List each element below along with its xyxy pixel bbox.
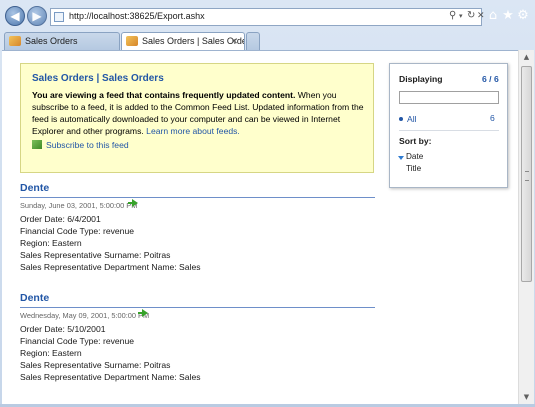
scroll-up-icon[interactable]: ▲: [519, 50, 534, 64]
search-filter-input[interactable]: [399, 91, 499, 104]
entry-line: Financial Code Type: revenue: [20, 336, 135, 346]
subscribe-link[interactable]: Subscribe to this feed: [32, 140, 129, 150]
feed-notice: Sales Orders | Sales Orders You are view…: [20, 63, 374, 173]
sort-option-title[interactable]: Title: [406, 164, 421, 173]
address-url[interactable]: http://localhost:38625/Export.ashx: [69, 11, 205, 21]
subscribe-icon: [32, 140, 42, 149]
entry-line: Order Date: 5/10/2001: [20, 324, 106, 334]
entry-title[interactable]: Dente: [20, 182, 49, 194]
feed-title: Sales Orders | Sales Orders: [32, 73, 164, 84]
sort-descending-icon: [398, 156, 404, 160]
displaying-count: 6 / 6: [482, 74, 499, 84]
tab-sales-orders-active[interactable]: Sales Orders | Sales Orders ✕: [121, 32, 245, 50]
new-tab-button[interactable]: [246, 32, 260, 50]
address-bar[interactable]: http://localhost:38625/Export.ashx ⚲ ▾ ↻…: [50, 8, 485, 26]
tab-close-icon[interactable]: ✕: [230, 33, 238, 49]
navigation-bar: ◀ ▶ http://localhost:38625/Export.ashx ⚲…: [0, 0, 535, 32]
learn-more-link[interactable]: Learn more about feeds.: [146, 126, 240, 136]
entry-divider: [20, 197, 375, 198]
scroll-down-icon[interactable]: ▼: [519, 390, 534, 404]
feed-entry: Dente Sunday, June 03, 2001, 5:00:00 PM …: [20, 182, 375, 272]
entry-line: Order Date: 6/4/2001: [20, 214, 101, 224]
scroll-thumb[interactable]: [521, 66, 532, 282]
vertical-scrollbar[interactable]: ▲ ▼: [518, 50, 534, 404]
entry-line: Region: Eastern: [20, 238, 82, 248]
entry-line: Sales Representative Surname: Poitras: [20, 360, 171, 370]
tab-favicon-icon: [126, 36, 138, 46]
entry-date: Wednesday, May 09, 2001, 5:00:00 PM: [20, 311, 150, 320]
filter-all-count: 6: [490, 113, 495, 123]
tab-label: Sales Orders: [25, 36, 78, 46]
go-arrow-icon[interactable]: [128, 199, 138, 207]
back-icon[interactable]: ◀: [5, 6, 25, 26]
search-icon[interactable]: ⚲: [449, 10, 456, 21]
displaying-label: Displaying: [399, 74, 443, 84]
tools-icon[interactable]: ⚙: [515, 8, 531, 24]
browser-window: ◀ ▶ http://localhost:38625/Export.ashx ⚲…: [0, 0, 535, 407]
entry-date: Sunday, June 03, 2001, 5:00:00 PM: [20, 201, 138, 210]
stop-icon[interactable]: ✕: [477, 11, 485, 21]
entry-divider: [20, 307, 375, 308]
sort-option-date[interactable]: Date: [406, 152, 423, 161]
feed-message: You are viewing a feed that contains fre…: [32, 89, 368, 137]
entry-line: Financial Code Type: revenue: [20, 226, 135, 236]
grip-icon: [525, 171, 529, 181]
page-content: Sales Orders | Sales Orders You are view…: [2, 50, 518, 405]
sort-label: Sort by:: [399, 136, 432, 146]
filter-panel: Displaying 6 / 6 All 6 Sort by: Date Tit…: [389, 63, 508, 188]
tab-favicon-icon: [9, 36, 21, 46]
entry-line: Sales Representative Department Name: Sa…: [20, 262, 201, 272]
page-icon: [54, 12, 64, 22]
entry-line: Sales Representative Department Name: Sa…: [20, 372, 201, 382]
entry-title[interactable]: Dente: [20, 292, 49, 304]
refresh-icon[interactable]: ↻: [467, 10, 475, 21]
entry-line: Sales Representative Surname: Poitras: [20, 250, 171, 260]
favorites-icon[interactable]: ★: [500, 8, 516, 24]
go-arrow-icon[interactable]: [138, 309, 148, 317]
tab-sales-orders[interactable]: Sales Orders: [4, 32, 120, 50]
divider: [399, 130, 499, 131]
forward-icon[interactable]: ▶: [27, 6, 47, 26]
subscribe-label: Subscribe to this feed: [46, 140, 129, 150]
home-icon[interactable]: ⌂: [485, 8, 501, 24]
filter-all-link[interactable]: All: [399, 114, 417, 124]
dropdown-icon[interactable]: ▾: [459, 12, 463, 20]
feed-message-bold: You are viewing a feed that contains fre…: [32, 90, 296, 100]
entry-line: Region: Eastern: [20, 348, 82, 358]
feed-entry: Dente Wednesday, May 09, 2001, 5:00:00 P…: [20, 292, 375, 382]
